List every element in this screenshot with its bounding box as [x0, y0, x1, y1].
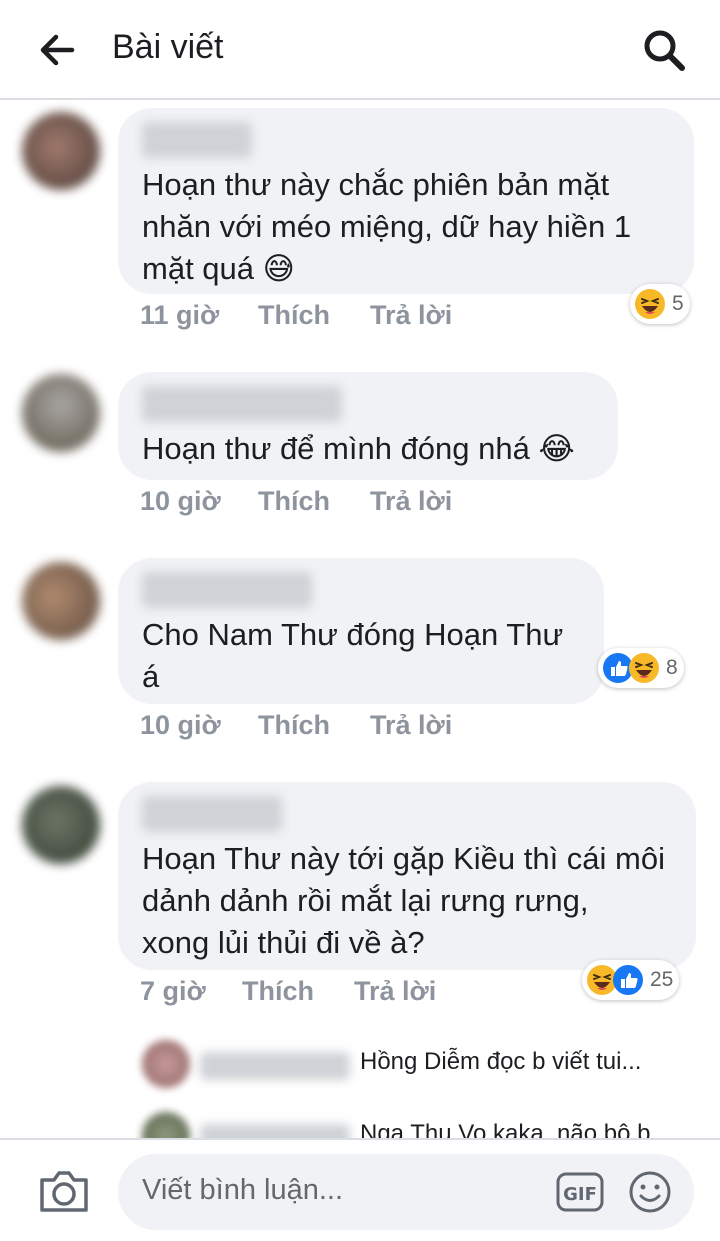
- search-icon[interactable]: [640, 26, 688, 74]
- reply-author-blurred[interactable]: [200, 1052, 350, 1080]
- comment-bubble[interactable]: Hoạn thư để mình đóng nhá 😂: [118, 372, 618, 480]
- like-reaction-icon: [613, 965, 643, 995]
- top-bar: Bài viết: [0, 0, 720, 100]
- comment-text: Cho Nam Thư đóng Hoạn Thư á: [142, 617, 564, 694]
- comment-actions: 10 giờ Thích Trả lời: [140, 710, 452, 741]
- reaction-count: 8: [666, 656, 678, 679]
- haha-reaction-icon: [635, 289, 665, 319]
- haha-reaction-icon: [629, 653, 659, 683]
- reaction-count: 25: [650, 968, 674, 991]
- reply-button[interactable]: Trả lời: [370, 710, 452, 741]
- comment-actions: 7 giờ Thích Trả lời: [140, 976, 436, 1007]
- avatar[interactable]: [22, 562, 100, 640]
- comment-bubble[interactable]: Hoạn Thư này tới gặp Kiều thì cái môi dả…: [118, 782, 696, 970]
- smile-icon[interactable]: [628, 1170, 672, 1214]
- comment-actions: 10 giờ Thích Trả lời: [140, 486, 452, 517]
- gif-icon[interactable]: GIF: [556, 1172, 604, 1212]
- comment-time: 10 giờ: [140, 710, 221, 740]
- comment-bubble[interactable]: Cho Nam Thư đóng Hoạn Thư á: [118, 558, 604, 704]
- comment-time: 7 giờ: [140, 976, 206, 1006]
- like-button[interactable]: Thích: [258, 710, 370, 741]
- reply-item[interactable]: Hồng Diễm đọc b viết tui...: [130, 1034, 720, 1098]
- avatar[interactable]: [22, 374, 100, 452]
- comment-author-blurred[interactable]: [142, 796, 282, 832]
- comment-composer: Viết bình luận... GIF: [0, 1138, 720, 1241]
- reply-text: Hồng Diễm đọc b viết tui...: [360, 1048, 642, 1075]
- comment-author-blurred[interactable]: [142, 572, 312, 608]
- comment-author-blurred[interactable]: [142, 122, 252, 158]
- like-button[interactable]: Thích: [258, 486, 370, 517]
- page-title: Bài viết: [112, 28, 224, 66]
- reply-button[interactable]: Trả lời: [370, 486, 452, 517]
- reaction-summary[interactable]: 5: [630, 284, 690, 324]
- comment-bubble[interactable]: Hoạn thư này chắc phiên bản mặt nhăn với…: [118, 108, 694, 294]
- comment-input-placeholder: Viết bình luận...: [142, 1174, 344, 1206]
- reaction-count: 5: [672, 292, 684, 315]
- reaction-summary[interactable]: 8: [598, 648, 684, 688]
- like-button[interactable]: Thích: [258, 300, 370, 331]
- reaction-summary[interactable]: 25: [582, 960, 680, 1000]
- comment-author-blurred[interactable]: [142, 386, 342, 422]
- comment-time: 11 giờ: [140, 300, 220, 330]
- like-button[interactable]: Thích: [242, 976, 354, 1007]
- comment-input[interactable]: Viết bình luận... GIF: [118, 1154, 694, 1230]
- back-arrow-icon[interactable]: [36, 30, 76, 70]
- comment-text: Hoạn thư để mình đóng nhá 😂: [142, 431, 575, 466]
- reply-button[interactable]: Trả lời: [370, 300, 452, 331]
- camera-icon[interactable]: [38, 1168, 90, 1214]
- comment-text: Hoạn thư này chắc phiên bản mặt nhăn với…: [142, 167, 632, 286]
- reply-button[interactable]: Trả lời: [354, 976, 436, 1007]
- svg-text:GIF: GIF: [563, 1184, 597, 1205]
- comment-actions: 11 giờ Thích Trả lời: [140, 300, 452, 331]
- avatar[interactable]: [22, 786, 100, 864]
- comment-text: Hoạn Thư này tới gặp Kiều thì cái môi dả…: [142, 841, 666, 960]
- avatar[interactable]: [22, 112, 100, 190]
- avatar[interactable]: [142, 1040, 190, 1088]
- comment-time: 10 giờ: [140, 486, 221, 516]
